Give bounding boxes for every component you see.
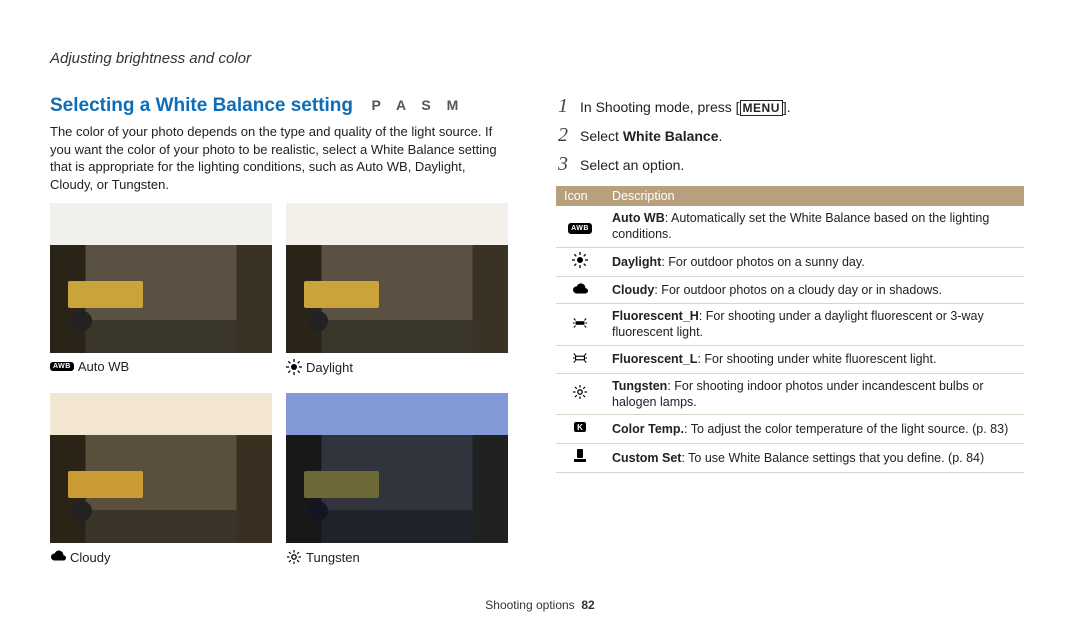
custom-set-icon <box>572 448 588 464</box>
row-desc: : For outdoor photos on a cloudy day or … <box>654 283 942 297</box>
row-desc: : For shooting under white fluorescent l… <box>697 352 936 366</box>
gallery-item: Cloudy <box>50 393 272 579</box>
table-row: Cloudy: For outdoor photos on a cloudy d… <box>556 276 1024 303</box>
bulb-icon <box>286 549 302 565</box>
step-number: 2 <box>556 124 570 147</box>
table-row: K Color Temp.: To adjust the color tempe… <box>556 415 1024 443</box>
caption-label: Auto WB <box>78 359 129 374</box>
table-header-icon: Icon <box>556 186 604 206</box>
footer-section: Shooting options <box>485 598 574 612</box>
table-row: Daylight: For outdoor photos on a sunny … <box>556 247 1024 276</box>
step-text: In Shooting mode, press [ <box>580 99 740 115</box>
sample-photo-autoWB <box>50 203 272 353</box>
awb-icon: AWB <box>568 223 592 234</box>
step-text: ]. <box>783 99 791 115</box>
sample-gallery: AWB Auto WB Daylight <box>50 203 510 579</box>
fluorescent-h-icon <box>572 315 588 331</box>
row-term: Tungsten <box>612 379 667 393</box>
row-term: Daylight <box>612 255 661 269</box>
gallery-item: Tungsten <box>286 393 508 579</box>
row-desc: : Automatically set the White Balance ba… <box>612 211 989 241</box>
cloud-icon <box>572 281 588 297</box>
page-footer: Shooting options 82 <box>0 598 1080 612</box>
right-column: 1 In Shooting mode, press [MENU]. 2 Sele… <box>556 95 1024 583</box>
step-text: Select <box>580 128 623 144</box>
table-row: Tungsten: For shooting indoor photos und… <box>556 373 1024 415</box>
section-heading: Selecting a White Balance setting <box>50 95 353 116</box>
chapter-title: Adjusting brightness and color <box>50 50 1030 67</box>
svg-text:K: K <box>577 423 583 432</box>
menu-button-label: MENU <box>740 100 783 116</box>
mode-badges: P A S M <box>371 97 464 113</box>
table-row: Fluorescent_H: For shooting under a dayl… <box>556 304 1024 346</box>
caption-label: Cloudy <box>70 550 110 565</box>
left-column: Selecting a White Balance setting P A S … <box>50 95 510 583</box>
row-desc: : For outdoor photos on a sunny day. <box>661 255 864 269</box>
caption-label: Tungsten <box>306 550 360 565</box>
step-list: 1 In Shooting mode, press [MENU]. 2 Sele… <box>556 95 1024 176</box>
sample-photo-cloudy <box>50 393 272 543</box>
row-desc: : For shooting indoor photos under incan… <box>612 379 984 409</box>
caption-label: Daylight <box>306 360 353 375</box>
step-number: 1 <box>556 95 570 118</box>
gallery-item: AWB Auto WB <box>50 203 272 389</box>
color-temp-icon: K <box>572 419 588 435</box>
intro-paragraph: The color of your photo depends on the t… <box>50 123 510 193</box>
table-header-desc: Description <box>604 186 1024 206</box>
row-term: Auto WB <box>612 211 665 225</box>
sun-icon <box>286 359 302 375</box>
sun-icon <box>572 252 588 268</box>
step-item: 2 Select White Balance. <box>556 124 1024 147</box>
gallery-item: Daylight <box>286 203 508 389</box>
fluorescent-l-icon <box>572 350 588 366</box>
manual-page: Adjusting brightness and color Selecting… <box>0 0 1080 630</box>
row-term: Custom Set <box>612 451 681 465</box>
page-number: 82 <box>581 598 594 612</box>
table-row: Custom Set: To use White Balance setting… <box>556 443 1024 472</box>
wb-options-table: Icon Description AWB Auto WB: Automatica… <box>556 186 1024 473</box>
sample-photo-daylight <box>286 203 508 353</box>
sample-photo-tungsten <box>286 393 508 543</box>
row-term: Cloudy <box>612 283 654 297</box>
row-desc: : To adjust the color temperature of the… <box>684 422 1008 436</box>
table-row: Fluorescent_L: For shooting under white … <box>556 345 1024 373</box>
step-bold: White Balance <box>623 128 719 144</box>
step-item: 3 Select an option. <box>556 153 1024 176</box>
two-column-layout: Selecting a White Balance setting P A S … <box>50 95 1030 583</box>
row-desc: : To use White Balance settings that you… <box>681 451 984 465</box>
row-term: Fluorescent_L <box>612 352 697 366</box>
row-term: Color Temp. <box>612 422 684 436</box>
step-text: Select an option. <box>580 157 684 173</box>
step-number: 3 <box>556 153 570 176</box>
row-term: Fluorescent_H <box>612 309 699 323</box>
bulb-icon <box>572 384 588 400</box>
step-text: . <box>719 128 723 144</box>
awb-icon: AWB <box>50 362 74 371</box>
cloud-icon <box>50 549 66 565</box>
table-row: AWB Auto WB: Automatically set the White… <box>556 206 1024 247</box>
step-item: 1 In Shooting mode, press [MENU]. <box>556 95 1024 118</box>
